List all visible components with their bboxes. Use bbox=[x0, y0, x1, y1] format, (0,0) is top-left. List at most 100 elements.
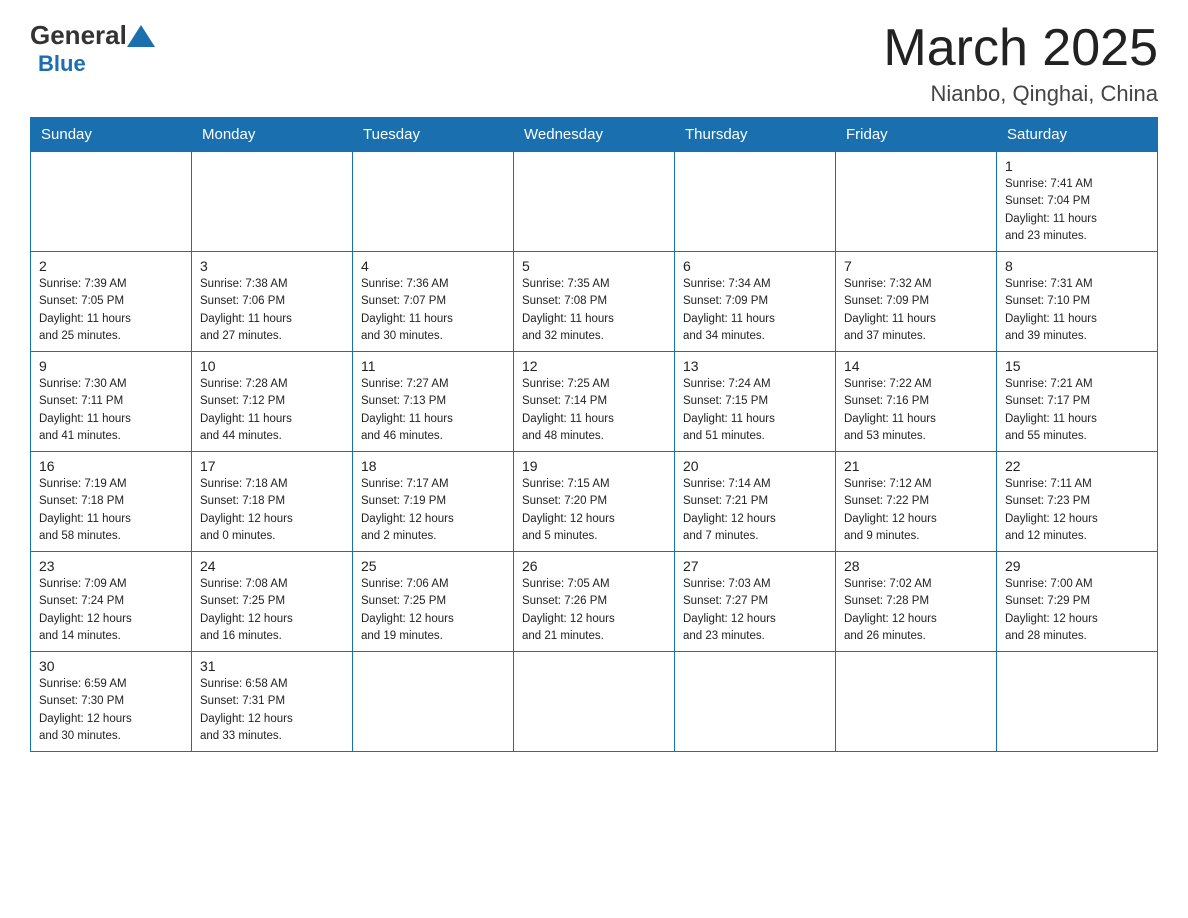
day-number: 7 bbox=[844, 258, 988, 274]
calendar-day-5: 5 Sunrise: 7:35 AM Sunset: 7:08 PM Daylig… bbox=[514, 252, 675, 352]
day-info: Sunrise: 7:14 AM Sunset: 7:21 PM Dayligh… bbox=[683, 476, 827, 545]
day-info: Sunrise: 7:27 AM Sunset: 7:13 PM Dayligh… bbox=[361, 376, 505, 445]
calendar-week-row: 2 Sunrise: 7:39 AM Sunset: 7:05 PM Daylig… bbox=[31, 252, 1158, 352]
day-info: Sunrise: 7:32 AM Sunset: 7:09 PM Dayligh… bbox=[844, 276, 988, 345]
calendar-day-28: 28 Sunrise: 7:02 AM Sunset: 7:28 PM Dayli… bbox=[836, 552, 997, 652]
title-section: March 2025 Nianbo, Qinghai, China bbox=[883, 20, 1158, 107]
day-info: Sunrise: 7:15 AM Sunset: 7:20 PM Dayligh… bbox=[522, 476, 666, 545]
day-number: 15 bbox=[1005, 358, 1149, 374]
calendar-day-empty bbox=[514, 152, 675, 252]
day-info: Sunrise: 7:38 AM Sunset: 7:06 PM Dayligh… bbox=[200, 276, 344, 345]
day-number: 27 bbox=[683, 558, 827, 574]
day-info: Sunrise: 7:02 AM Sunset: 7:28 PM Dayligh… bbox=[844, 576, 988, 645]
day-info: Sunrise: 7:17 AM Sunset: 7:19 PM Dayligh… bbox=[361, 476, 505, 545]
calendar-subtitle: Nianbo, Qinghai, China bbox=[883, 81, 1158, 107]
calendar-week-row: 9 Sunrise: 7:30 AM Sunset: 7:11 PM Daylig… bbox=[31, 352, 1158, 452]
calendar-day-22: 22Sunrise: 7:11 AM Sunset: 7:23 PM Dayli… bbox=[997, 452, 1158, 552]
day-number: 20 bbox=[683, 458, 827, 474]
day-info: Sunrise: 7:18 AM Sunset: 7:18 PM Dayligh… bbox=[200, 476, 344, 545]
day-info: Sunrise: 7:22 AM Sunset: 7:16 PM Dayligh… bbox=[844, 376, 988, 445]
day-number: 30 bbox=[39, 658, 183, 674]
calendar-day-17: 17 Sunrise: 7:18 AM Sunset: 7:18 PM Dayli… bbox=[192, 452, 353, 552]
weekday-header-wednesday: Wednesday bbox=[514, 118, 675, 152]
day-info: Sunrise: 6:59 AM Sunset: 7:30 PM Dayligh… bbox=[39, 676, 183, 745]
calendar-title: March 2025 bbox=[883, 20, 1158, 77]
day-number: 17 bbox=[200, 458, 344, 474]
weekday-header-friday: Friday bbox=[836, 118, 997, 152]
calendar-day-10: 10Sunrise: 7:28 AM Sunset: 7:12 PM Dayli… bbox=[192, 352, 353, 452]
day-info: Sunrise: 7:36 AM Sunset: 7:07 PM Dayligh… bbox=[361, 276, 505, 345]
day-info: Sunrise: 7:41 AM Sunset: 7:04 PM Dayligh… bbox=[1005, 176, 1149, 245]
day-number: 4 bbox=[361, 258, 505, 274]
calendar-day-30: 30 Sunrise: 6:59 AM Sunset: 7:30 PM Dayli… bbox=[31, 652, 192, 752]
day-info: Sunrise: 7:08 AM Sunset: 7:25 PM Dayligh… bbox=[200, 576, 344, 645]
calendar-day-14: 14 Sunrise: 7:22 AM Sunset: 7:16 PM Dayli… bbox=[836, 352, 997, 452]
day-number: 2 bbox=[39, 258, 183, 274]
calendar-day-15: 15 Sunrise: 7:21 AM Sunset: 7:17 PM Dayli… bbox=[997, 352, 1158, 452]
day-number: 24 bbox=[200, 558, 344, 574]
day-number: 28 bbox=[844, 558, 988, 574]
day-number: 13 bbox=[683, 358, 827, 374]
calendar-day-16: 16 Sunrise: 7:19 AM Sunset: 7:18 PM Dayli… bbox=[31, 452, 192, 552]
day-number: 12 bbox=[522, 358, 666, 374]
day-number: 29 bbox=[1005, 558, 1149, 574]
weekday-header-monday: Monday bbox=[192, 118, 353, 152]
logo-icon bbox=[127, 25, 155, 47]
calendar-day-6: 6 Sunrise: 7:34 AM Sunset: 7:09 PM Daylig… bbox=[675, 252, 836, 352]
day-info: Sunrise: 7:05 AM Sunset: 7:26 PM Dayligh… bbox=[522, 576, 666, 645]
calendar-day-21: 21 Sunrise: 7:12 AM Sunset: 7:22 PM Dayli… bbox=[836, 452, 997, 552]
calendar-day-empty bbox=[997, 652, 1158, 752]
day-info: Sunrise: 7:12 AM Sunset: 7:22 PM Dayligh… bbox=[844, 476, 988, 545]
day-number: 18 bbox=[361, 458, 505, 474]
calendar-day-29: 29Sunrise: 7:00 AM Sunset: 7:29 PM Dayli… bbox=[997, 552, 1158, 652]
day-info: Sunrise: 7:39 AM Sunset: 7:05 PM Dayligh… bbox=[39, 276, 183, 345]
day-info: Sunrise: 7:03 AM Sunset: 7:27 PM Dayligh… bbox=[683, 576, 827, 645]
calendar-day-25: 25Sunrise: 7:06 AM Sunset: 7:25 PM Dayli… bbox=[353, 552, 514, 652]
day-info: Sunrise: 7:35 AM Sunset: 7:08 PM Dayligh… bbox=[522, 276, 666, 345]
calendar-day-27: 27 Sunrise: 7:03 AM Sunset: 7:27 PM Dayli… bbox=[675, 552, 836, 652]
weekday-header-thursday: Thursday bbox=[675, 118, 836, 152]
calendar-day-empty bbox=[514, 652, 675, 752]
calendar-day-empty bbox=[31, 152, 192, 252]
calendar-day-24: 24 Sunrise: 7:08 AM Sunset: 7:25 PM Dayli… bbox=[192, 552, 353, 652]
calendar-day-3: 3Sunrise: 7:38 AM Sunset: 7:06 PM Daylig… bbox=[192, 252, 353, 352]
calendar-week-row: 16 Sunrise: 7:19 AM Sunset: 7:18 PM Dayli… bbox=[31, 452, 1158, 552]
day-number: 14 bbox=[844, 358, 988, 374]
calendar-day-7: 7 Sunrise: 7:32 AM Sunset: 7:09 PM Daylig… bbox=[836, 252, 997, 352]
day-info: Sunrise: 7:30 AM Sunset: 7:11 PM Dayligh… bbox=[39, 376, 183, 445]
day-info: Sunrise: 7:24 AM Sunset: 7:15 PM Dayligh… bbox=[683, 376, 827, 445]
day-number: 5 bbox=[522, 258, 666, 274]
calendar-day-31: 31 Sunrise: 6:58 AM Sunset: 7:31 PM Dayli… bbox=[192, 652, 353, 752]
day-number: 26 bbox=[522, 558, 666, 574]
calendar-day-1: 1Sunrise: 7:41 AM Sunset: 7:04 PM Daylig… bbox=[997, 152, 1158, 252]
day-number: 19 bbox=[522, 458, 666, 474]
day-number: 6 bbox=[683, 258, 827, 274]
day-info: Sunrise: 7:34 AM Sunset: 7:09 PM Dayligh… bbox=[683, 276, 827, 345]
day-info: Sunrise: 6:58 AM Sunset: 7:31 PM Dayligh… bbox=[200, 676, 344, 745]
weekday-header-sunday: Sunday bbox=[31, 118, 192, 152]
calendar-day-empty bbox=[836, 152, 997, 252]
calendar-day-empty bbox=[192, 152, 353, 252]
page-header: General Blue March 2025 Nianbo, Qinghai,… bbox=[30, 20, 1158, 107]
day-number: 23 bbox=[39, 558, 183, 574]
day-info: Sunrise: 7:21 AM Sunset: 7:17 PM Dayligh… bbox=[1005, 376, 1149, 445]
day-number: 31 bbox=[200, 658, 344, 674]
weekday-header-saturday: Saturday bbox=[997, 118, 1158, 152]
calendar-day-20: 20 Sunrise: 7:14 AM Sunset: 7:21 PM Dayli… bbox=[675, 452, 836, 552]
calendar-table: SundayMondayTuesdayWednesdayThursdayFrid… bbox=[30, 117, 1158, 752]
calendar-day-11: 11Sunrise: 7:27 AM Sunset: 7:13 PM Dayli… bbox=[353, 352, 514, 452]
day-number: 16 bbox=[39, 458, 183, 474]
day-info: Sunrise: 7:31 AM Sunset: 7:10 PM Dayligh… bbox=[1005, 276, 1149, 345]
day-number: 9 bbox=[39, 358, 183, 374]
logo: General Blue bbox=[30, 20, 155, 77]
calendar-day-8: 8Sunrise: 7:31 AM Sunset: 7:10 PM Daylig… bbox=[997, 252, 1158, 352]
logo-blue-label: Blue bbox=[38, 51, 86, 76]
calendar-day-empty bbox=[675, 652, 836, 752]
logo-general-label: General bbox=[30, 20, 127, 51]
day-info: Sunrise: 7:06 AM Sunset: 7:25 PM Dayligh… bbox=[361, 576, 505, 645]
calendar-day-13: 13 Sunrise: 7:24 AM Sunset: 7:15 PM Dayli… bbox=[675, 352, 836, 452]
calendar-week-row: 1Sunrise: 7:41 AM Sunset: 7:04 PM Daylig… bbox=[31, 152, 1158, 252]
day-number: 21 bbox=[844, 458, 988, 474]
day-info: Sunrise: 7:19 AM Sunset: 7:18 PM Dayligh… bbox=[39, 476, 183, 545]
day-info: Sunrise: 7:28 AM Sunset: 7:12 PM Dayligh… bbox=[200, 376, 344, 445]
